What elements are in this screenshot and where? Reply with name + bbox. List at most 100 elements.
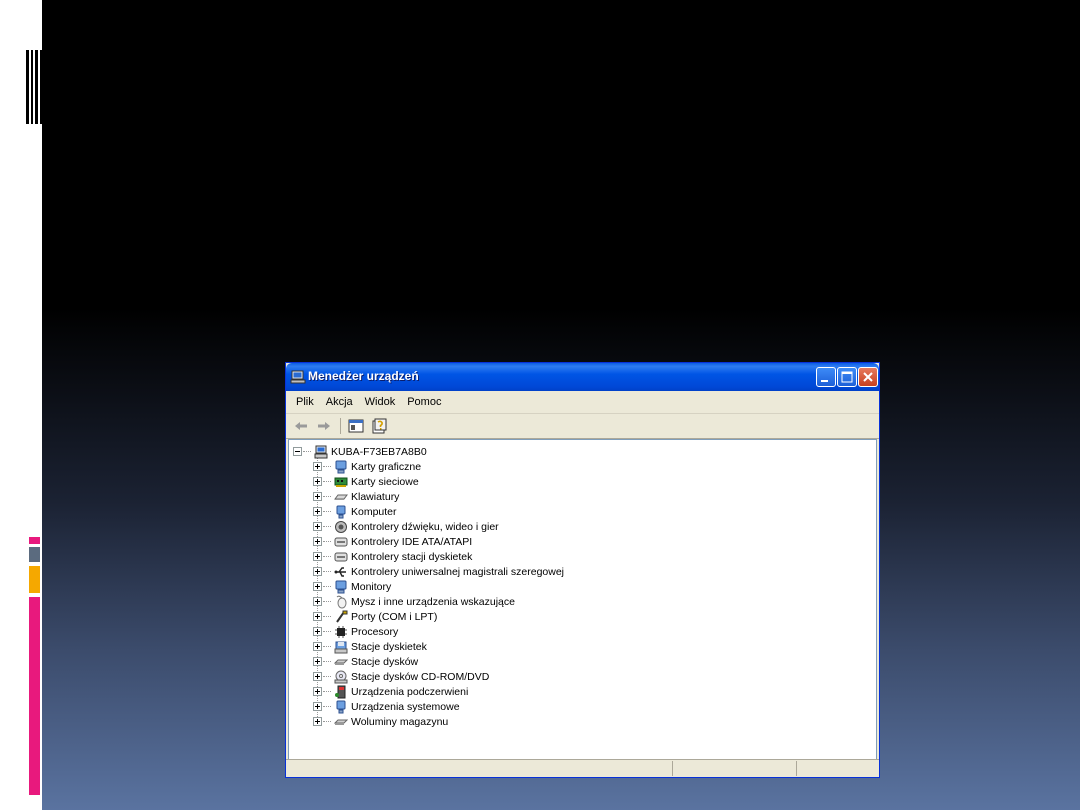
expand-icon[interactable]: [313, 507, 322, 516]
tree-item-kontrolery-dzwieku[interactable]: Kontrolery dźwięku, wideo i gier: [313, 519, 499, 534]
console-tree-icon: [348, 419, 364, 433]
expand-icon[interactable]: [313, 492, 322, 501]
tree-item-mysz[interactable]: Mysz i inne urządzenia wskazujące: [313, 594, 515, 609]
item-label: Karty sieciowe: [351, 475, 419, 488]
toolbar-separator: [340, 418, 341, 434]
show-hide-console-tree-button[interactable]: [345, 416, 367, 436]
maximize-button[interactable]: [837, 367, 857, 387]
item-label: Stacje dysków CD-ROM/DVD: [351, 670, 490, 683]
expand-icon[interactable]: [313, 717, 322, 726]
device-tree-panel[interactable]: KUBA-F73EB7A8B0 Karty graficzne Karty si…: [288, 439, 877, 760]
item-label: Porty (COM i LPT): [351, 610, 438, 623]
maximize-icon: [841, 371, 853, 383]
tree-item-woluminy-magazynu[interactable]: Woluminy magazynu: [313, 714, 448, 729]
status-separator: [796, 761, 797, 776]
tree-dots: [323, 690, 331, 693]
expand-icon[interactable]: [313, 612, 322, 621]
tree-dots: [323, 660, 331, 663]
expand-icon[interactable]: [313, 657, 322, 666]
item-label: Kontrolery uniwersalnej magistrali szere…: [351, 565, 565, 578]
tree-item-karty-graficzne[interactable]: Karty graficzne: [313, 459, 421, 474]
tree-item-stacje-dyskietek[interactable]: Stacje dyskietek: [313, 639, 427, 654]
toolbar: [286, 414, 879, 439]
title-bar[interactable]: Menedżer urządzeń: [286, 363, 879, 391]
tree-dots: [323, 495, 331, 498]
item-label: Urządzenia podczerwieni: [351, 685, 469, 698]
floppy-controller-icon: [334, 552, 348, 561]
usb-icon: [334, 566, 346, 577]
tree-dots: [323, 705, 331, 708]
back-button[interactable]: [290, 416, 312, 436]
tree-item-komputer[interactable]: Komputer: [313, 504, 397, 519]
computer-icon: [336, 505, 346, 518]
tree-item-kontrolery-ide[interactable]: Kontrolery IDE ATA/ATAPI: [313, 534, 472, 549]
tree-dots: [303, 450, 311, 453]
expand-icon[interactable]: [313, 627, 322, 636]
menu-akcja[interactable]: Akcja: [320, 396, 359, 408]
tree-dots: [323, 570, 331, 573]
slide-decoration-bars: [26, 50, 44, 124]
tree-item-kontrolery-stacji-dyskietek[interactable]: Kontrolery stacji dyskietek: [313, 549, 472, 564]
expand-icon[interactable]: [313, 582, 322, 591]
accent-bar-gray: [29, 547, 40, 562]
minimize-button[interactable]: [816, 367, 836, 387]
collapse-icon[interactable]: [293, 447, 302, 456]
sound-icon: [335, 520, 347, 533]
tree-item-kontrolery-usb[interactable]: Kontrolery uniwersalnej magistrali szere…: [313, 564, 564, 579]
item-label: Stacje dysków: [351, 655, 419, 668]
expand-icon[interactable]: [313, 642, 322, 651]
expand-icon[interactable]: [313, 462, 322, 471]
tree-dots: [323, 510, 331, 513]
tree-item-porty[interactable]: Porty (COM i LPT): [313, 609, 437, 624]
tree-dots: [323, 540, 331, 543]
properties-button[interactable]: [368, 416, 390, 436]
expand-icon[interactable]: [313, 597, 322, 606]
tree-item-procesory[interactable]: Procesory: [313, 624, 398, 639]
tree-item-klawiatury[interactable]: Klawiatury: [313, 489, 399, 504]
expand-icon[interactable]: [313, 522, 322, 531]
item-label: Woluminy magazynu: [351, 715, 449, 728]
tree-dots: [323, 555, 331, 558]
tree-item-urzadzenia-systemowe[interactable]: Urządzenia systemowe: [313, 699, 460, 714]
tree-item-monitory[interactable]: Monitory: [313, 579, 391, 594]
item-label: Mysz i inne urządzenia wskazujące: [351, 595, 515, 608]
processor-icon: [335, 625, 347, 638]
expand-icon[interactable]: [313, 537, 322, 546]
tree-item-karty-sieciowe[interactable]: Karty sieciowe: [313, 474, 419, 489]
port-icon: [336, 610, 348, 623]
cdrom-icon: [334, 670, 348, 683]
root-label: KUBA-F73EB7A8B0: [331, 445, 427, 458]
tree-item-stacje-cdrom[interactable]: Stacje dysków CD-ROM/DVD: [313, 669, 489, 684]
forward-arrow-icon: [318, 422, 330, 430]
network-card-icon: [334, 477, 348, 487]
tree-dots: [323, 615, 331, 618]
menu-widok[interactable]: Widok: [359, 396, 402, 408]
tree-root-computer[interactable]: KUBA-F73EB7A8B0: [293, 444, 427, 459]
tree-dots: [323, 465, 331, 468]
floppy-drive-icon: [334, 641, 348, 653]
expand-icon[interactable]: [313, 672, 322, 681]
expand-icon[interactable]: [313, 687, 322, 696]
menu-pomoc[interactable]: Pomoc: [401, 396, 447, 408]
expand-icon[interactable]: [313, 567, 322, 576]
device-manager-window: Menedżer urządzeń Plik Akcja Widok Pomoc: [285, 362, 880, 778]
item-label: Stacje dyskietek: [351, 640, 427, 653]
status-separator: [672, 761, 673, 776]
ide-controller-icon: [334, 537, 348, 546]
item-label: Karty graficzne: [351, 460, 422, 473]
expand-icon[interactable]: [313, 477, 322, 486]
back-arrow-icon: [295, 422, 307, 430]
keyboard-icon: [334, 494, 348, 500]
item-label: Monitory: [351, 580, 392, 593]
tree-item-stacje-dyskow[interactable]: Stacje dysków: [313, 654, 418, 669]
tree-item-urzadzenia-podczerwieni[interactable]: Urządzenia podczerwieni: [313, 684, 468, 699]
expand-icon[interactable]: [313, 702, 322, 711]
tree-dots: [323, 720, 331, 723]
forward-button[interactable]: [313, 416, 335, 436]
menu-plik[interactable]: Plik: [290, 396, 320, 408]
item-label: Kontrolery stacji dyskietek: [351, 550, 473, 563]
properties-icon: [372, 418, 387, 434]
tree-dots: [323, 645, 331, 648]
close-button[interactable]: [858, 367, 878, 387]
expand-icon[interactable]: [313, 552, 322, 561]
